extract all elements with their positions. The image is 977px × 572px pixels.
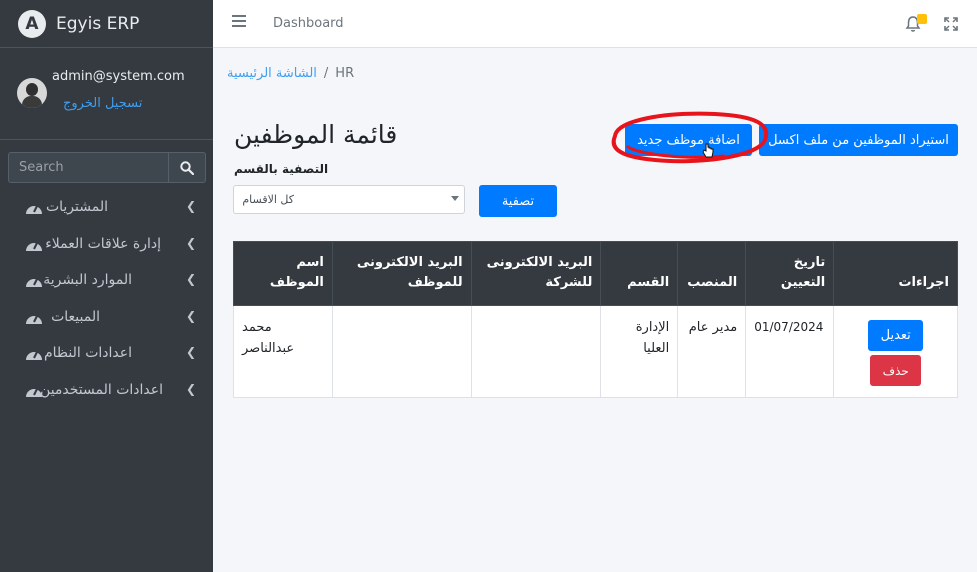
edit-button[interactable]: تعديل <box>868 320 924 351</box>
search-input[interactable] <box>8 152 168 183</box>
table-header-row: اسم الموظف البريد الالكترونى للموظف البر… <box>233 241 958 306</box>
col-header-position[interactable]: المنصب <box>677 241 747 306</box>
sidebar-item-system-settings[interactable]: ❮ اعدادات النظام <box>0 336 213 373</box>
dashboard-gauge-icon <box>26 242 42 251</box>
dashboard-gauge-icon <box>26 388 42 397</box>
delete-button[interactable]: حذف <box>870 355 922 386</box>
notification-badge <box>917 14 927 24</box>
chevron-left-icon: ❮ <box>186 235 197 250</box>
sidebar: A Egyis ERP admin@system.com تسجيل الخرو… <box>0 0 213 572</box>
position-cell: مدير عام <box>677 305 747 398</box>
sidebar-item-sales[interactable]: ❮ المبيعات <box>0 300 213 337</box>
sidebar-item-label: اعدادات النظام <box>43 345 132 361</box>
chevron-left-icon: ❮ <box>186 308 197 323</box>
import-excel-button[interactable]: استيراد الموظفين من ملف اكسل <box>759 124 958 156</box>
department-cell: الإدارة العليا <box>600 305 679 398</box>
sidebar-item-user-settings[interactable]: ❮ اعدادات المستخدمين <box>0 373 213 410</box>
fullscreen-icon[interactable] <box>944 17 958 31</box>
dashboard-link[interactable]: Dashboard <box>273 16 344 31</box>
menu-toggle-icon[interactable] <box>232 15 246 29</box>
breadcrumb-current: HR <box>335 66 355 81</box>
sidebar-item-purchases[interactable]: ❮ المشتريات <box>0 190 213 227</box>
brand-name: Egyis ERP <box>56 13 140 34</box>
page-title: قائمة الموظفين <box>234 120 398 149</box>
col-header-department[interactable]: القسم <box>600 241 679 306</box>
personal-email-cell <box>331 305 472 398</box>
logout-link[interactable]: تسجيل الخروج <box>63 96 142 111</box>
sidebar-item-label: إدارة علاقات العملاء <box>45 235 161 252</box>
chevron-left-icon: ❮ <box>186 345 197 359</box>
sidebar-item-label: المشتريات <box>45 199 108 215</box>
dashboard-gauge-icon <box>26 278 42 287</box>
top-navbar: Dashboard <box>213 0 977 48</box>
breadcrumb-separator: / <box>323 66 329 81</box>
table-row: محمد عبدالناصر الإدارة العليا مدير عام 0… <box>233 305 958 398</box>
employee-name-link[interactable]: محمد عبدالناصر <box>233 305 333 398</box>
hand-cursor-icon <box>702 143 714 158</box>
breadcrumb: الشاشة الرئيسية / HR <box>227 66 354 81</box>
company-email-cell <box>470 305 602 398</box>
sidebar-item-label: الموارد البشرية <box>43 272 132 288</box>
dashboard-gauge-icon <box>26 205 42 214</box>
user-email[interactable]: admin@system.com <box>52 69 185 84</box>
dashboard-gauge-icon <box>26 351 42 360</box>
sidebar-nav: ❮ المشتريات ❮ إدارة علاقات العملاء ❮ الم… <box>0 190 213 409</box>
department-filter-select[interactable]: كل الاقسام <box>233 185 465 214</box>
sidebar-item-hr[interactable]: ❮ الموارد البشرية <box>0 263 213 300</box>
chevron-left-icon: ❮ <box>186 381 197 396</box>
dashboard-gauge-icon <box>26 315 42 324</box>
sidebar-item-crm[interactable]: ❮ إدارة علاقات العملاء <box>0 227 213 264</box>
select-caret-icon <box>451 196 459 201</box>
search-button[interactable] <box>168 152 206 183</box>
search-icon <box>180 160 194 175</box>
actions-cell: تعديل حذف <box>833 305 958 398</box>
brand-logo: A <box>18 9 46 38</box>
col-header-personal-email[interactable]: البريد الالكترونى للموظف <box>331 241 472 306</box>
brand[interactable]: A Egyis ERP <box>0 0 213 48</box>
user-panel: admin@system.com تسجيل الخروج <box>0 60 213 140</box>
hire-date-cell: 01/07/2024 <box>745 305 835 398</box>
avatar <box>17 78 47 108</box>
chevron-left-icon: ❮ <box>186 199 197 213</box>
filter-label: التصفية بالقسم <box>234 162 329 176</box>
col-header-company-email[interactable]: البريد الالكترونى للشركة <box>470 241 602 306</box>
filter-button[interactable]: تصفية <box>479 185 557 217</box>
chevron-left-icon: ❮ <box>186 272 197 286</box>
sidebar-item-label: اعدادات المستخدمين <box>40 381 163 398</box>
sidebar-item-label: المبيعات <box>51 308 100 325</box>
sidebar-search <box>8 152 206 183</box>
col-header-name[interactable]: اسم الموظف <box>233 241 333 306</box>
employees-table: اسم الموظف البريد الالكترونى للموظف البر… <box>233 241 958 398</box>
col-header-hire-date[interactable]: تاريخ التعيين <box>745 241 835 306</box>
col-header-actions: اجراءات <box>833 241 958 306</box>
breadcrumb-home-link[interactable]: الشاشة الرئيسية <box>227 66 317 81</box>
add-employee-button[interactable]: اضافة موظف جديد <box>625 124 752 156</box>
